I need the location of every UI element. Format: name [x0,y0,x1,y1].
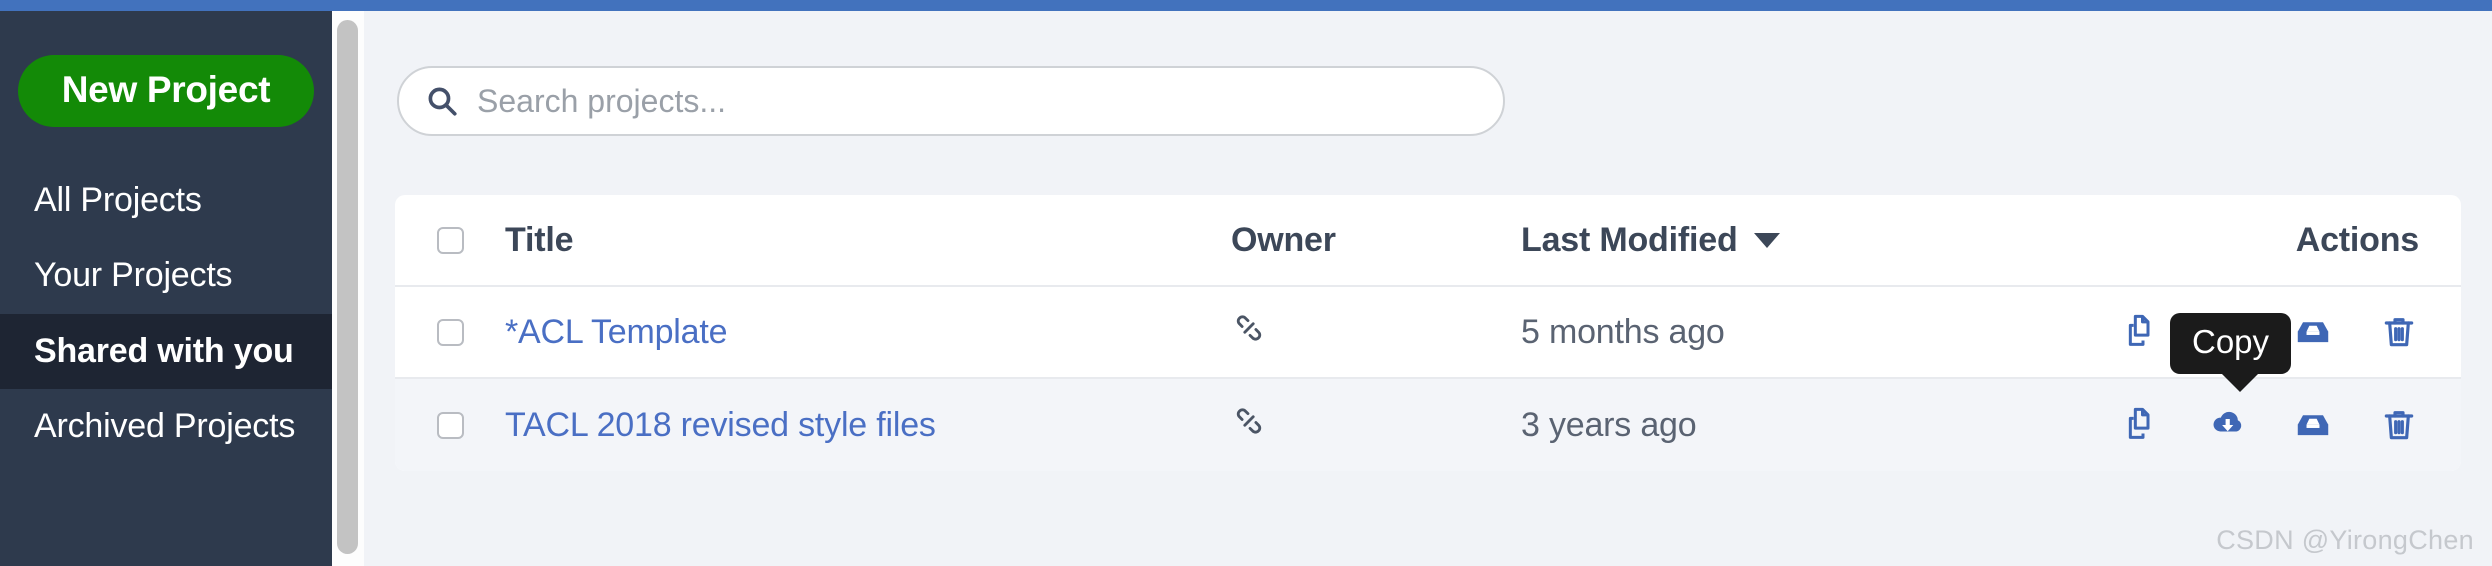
select-all-checkbox[interactable] [436,226,464,254]
new-project-button[interactable]: New Project [17,55,315,127]
sidebar-item-archived-projects[interactable]: Archived Projects [0,389,332,464]
delete-icon[interactable] [2377,403,2421,447]
copy-icon[interactable] [2119,403,2163,447]
copy-tooltip: Copy [2170,313,2292,392]
column-header-actions: Actions [2295,220,2419,259]
projects-table: Title Owner Last Modified Actions *ACL T… [395,195,2461,471]
download-icon[interactable] [2205,403,2249,447]
top-accent-bar [0,0,2492,11]
select-all-cell [395,226,505,254]
sidebar-item-label: Your Projects [34,256,233,295]
main-content: Title Owner Last Modified Actions *ACL T… [364,11,2492,566]
search-icon [425,84,459,118]
sidebar-item-your-projects[interactable]: Your Projects [0,238,332,313]
row-title-cell: TACL 2018 revised style files [505,406,1205,445]
watermark: CSDN @YirongChen [2216,525,2474,555]
sort-chevron-down-icon[interactable] [1753,232,1780,248]
row-last-modified-cell: 3 years ago [1521,405,1697,444]
row-owner-cell [1205,403,1521,448]
archive-icon[interactable] [2291,403,2335,447]
sidebar-item-all-projects[interactable]: All Projects [0,163,332,238]
row-last-modified-cell: 5 months ago [1521,312,1725,351]
sidebar-nav: All Projects Your Projects Shared with y… [0,163,332,465]
sidebar-item-label: Archived Projects [34,407,296,446]
row-checkbox[interactable] [436,318,464,346]
delete-icon[interactable] [2377,310,2421,354]
table-header-row: Title Owner Last Modified Actions [395,195,2461,287]
link-icon [1231,403,1267,448]
column-header-last-modified[interactable]: Last Modified [1521,221,2001,260]
row-owner-cell [1205,310,1521,355]
row-select-cell [395,411,505,439]
search-bar[interactable] [397,66,1505,136]
project-link[interactable]: TACL 2018 revised style files [505,406,936,444]
column-header-title[interactable]: Title [505,221,1231,260]
copy-icon[interactable] [2119,310,2163,354]
row-select-cell [395,318,505,346]
app-root: New Project All Projects Your Projects S… [0,0,2492,566]
column-header-last-modified-label: Last Modified [1521,220,1738,259]
sidebar-item-shared-with-you[interactable]: Shared with you [0,313,332,390]
table-row[interactable]: *ACL Template 5 months ago [395,287,2461,379]
table-row[interactable]: TACL 2018 revised style files 3 years ag… [395,379,2461,471]
sidebar: New Project All Projects Your Projects S… [0,11,332,566]
column-header-owner[interactable]: Owner [1231,221,1521,260]
sidebar-item-label: Shared with you [34,331,294,370]
row-title-cell: *ACL Template [505,313,1205,352]
search-input[interactable] [477,82,1377,120]
sidebar-scrollbar-thumb[interactable] [337,20,358,554]
sidebar-item-label: All Projects [34,181,202,219]
row-checkbox[interactable] [436,411,464,439]
link-icon [1231,310,1267,355]
project-link[interactable]: *ACL Template [505,313,728,351]
new-project-wrapper: New Project [0,11,332,127]
archive-icon[interactable] [2291,310,2335,354]
row-actions-cell [2001,403,2461,447]
